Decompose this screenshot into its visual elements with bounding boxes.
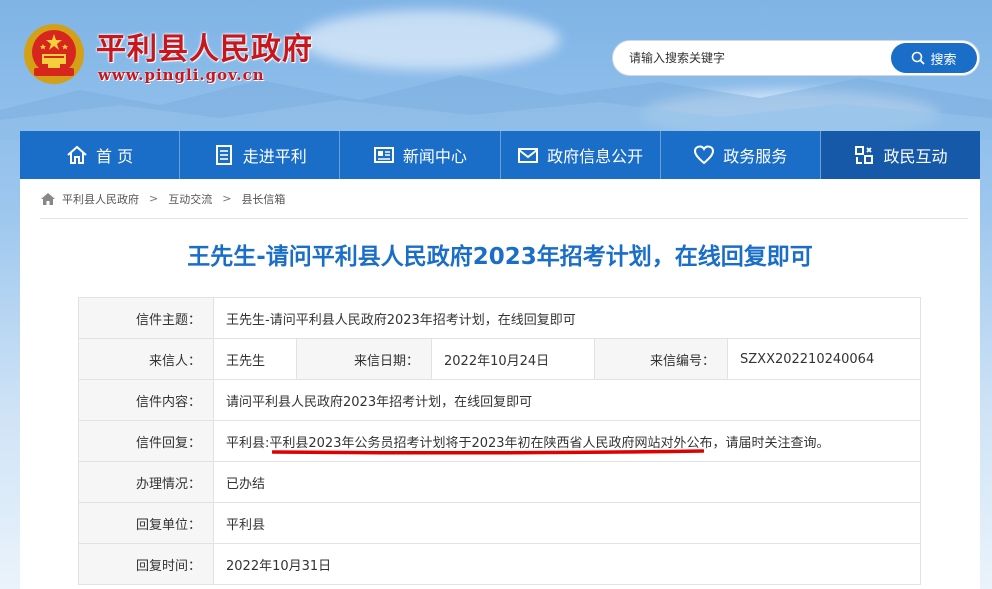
nav-item-home[interactable]: 首 页 [20, 131, 181, 179]
page-title: 王先生-请问平利县人民政府2023年招考计划，在线回复即可 [187, 244, 813, 270]
table-row: 回复时间： 2022年10月31日 [78, 543, 921, 585]
nav-label: 政民互动 [883, 147, 948, 166]
sender-label: 来信人： [78, 338, 214, 380]
unit-value: 平利县 [213, 502, 921, 544]
letter-detail-table: 信件主题： 王先生-请问平利县人民政府2023年招考计划，在线回复即可 来信人：… [78, 297, 921, 585]
interaction-icon [855, 146, 874, 164]
nav-label: 首 页 [96, 147, 134, 166]
nav-item-news[interactable]: 新闻中心 [340, 131, 501, 179]
date-label: 来信日期： [296, 338, 432, 380]
search-button-label: 搜索 [930, 52, 957, 68]
date-value: 2022年10月24日 [431, 338, 595, 380]
content-value: 请问平利县人民政府2023年招考计划，在线回复即可 [213, 379, 921, 421]
status-label: 办理情况： [78, 461, 214, 503]
mail-icon [518, 148, 539, 163]
table-row: 办理情况： 已办结 [78, 461, 921, 503]
search-input[interactable] [629, 41, 889, 75]
content-label: 信件内容： [78, 379, 214, 421]
breadcrumb-separator: > [149, 192, 159, 205]
table-row: 来信人： 王先生 来信日期： 2022年10月24日 来信编号： SZXX202… [78, 338, 921, 380]
table-row: 信件回复： 平利县:平利县2023年公务员招考计划将于2023年初在陕西省人民政… [78, 420, 921, 462]
subject-value: 王先生-请问平利县人民政府2023年招考计划，在线回复即可 [213, 297, 921, 339]
reply-time-label: 回复时间： [78, 543, 214, 585]
breadcrumb: 平利县人民政府 > 互动交流 > 县长信箱 [40, 179, 968, 219]
reply-time-value: 2022年10月31日 [213, 543, 921, 585]
main-nav: 首 页 走进平利 新闻中心 政府信息公开 政务服务 政民互动 [20, 131, 981, 179]
unit-label: 回复单位： [78, 502, 214, 544]
nav-item-about[interactable]: 走进平利 [180, 131, 341, 179]
breadcrumb-item[interactable]: 平利县人民政府 [62, 191, 139, 207]
home-icon [67, 145, 87, 164]
national-emblem-icon [24, 24, 84, 84]
number-label: 来信编号： [594, 338, 728, 380]
newspaper-icon [373, 147, 394, 163]
number-value: SZXX202210240064 [727, 338, 921, 380]
search-box: 搜索 [612, 40, 980, 76]
reply-label: 信件回复： [78, 420, 214, 462]
status-value: 已办结 [213, 461, 921, 503]
nav-label: 新闻中心 [402, 147, 467, 166]
breadcrumb-separator: > [222, 192, 232, 205]
sender-value: 王先生 [213, 338, 297, 380]
nav-label: 走进平利 [242, 147, 307, 166]
table-row: 信件内容： 请问平利县人民政府2023年招考计划，在线回复即可 [78, 379, 921, 421]
subject-label: 信件主题： [78, 297, 214, 339]
search-button[interactable]: 搜索 [891, 43, 977, 73]
site-header: 平利县人民政府 www.pingli.gov.cn 搜索 [0, 0, 992, 130]
main-content: 平利县人民政府 > 互动交流 > 县长信箱 王先生-请问平利县人民政府2023年… [20, 179, 980, 589]
site-title[interactable]: 平利县人民政府 [96, 24, 313, 68]
nav-item-services[interactable]: 政务服务 [661, 131, 821, 179]
reply-text-wrapper: 平利县:平利县2023年公务员招考计划将于2023年初在陕西省人民政府网站对外公… [226, 432, 830, 455]
nav-item-interaction[interactable]: 政民互动 [820, 131, 981, 179]
heart-icon [694, 145, 715, 165]
table-row: 信件主题： 王先生-请问平利县人民政府2023年招考计划，在线回复即可 [78, 297, 921, 339]
document-icon [215, 145, 232, 165]
breadcrumb-item[interactable]: 互动交流 [168, 191, 212, 207]
table-row: 回复单位： 平利县 [78, 502, 921, 544]
red-highlight-underline [272, 448, 704, 455]
nav-label: 政务服务 [723, 147, 788, 166]
reply-cell: 平利县:平利县2023年公务员招考计划将于2023年初在陕西省人民政府网站对外公… [213, 420, 921, 462]
home-icon [41, 192, 55, 205]
search-icon [912, 51, 926, 65]
breadcrumb-item[interactable]: 县长信箱 [241, 191, 285, 207]
nav-item-gov-info[interactable]: 政府信息公开 [501, 131, 661, 179]
nav-label: 政府信息公开 [547, 147, 644, 166]
site-url[interactable]: www.pingli.gov.cn [98, 66, 265, 84]
